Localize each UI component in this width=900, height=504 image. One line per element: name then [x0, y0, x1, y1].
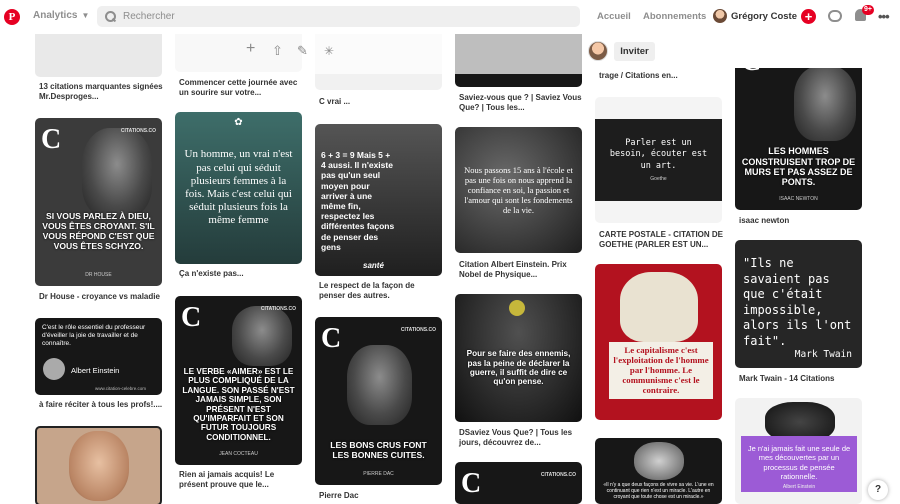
pin-caption[interactable]: 13 citations marquantes signées Mr.Despr… — [39, 82, 163, 101]
pin-quote: Le verbe «aimer» est le plus compliqué d… — [182, 366, 295, 442]
pin-caption[interactable]: Ça n'existe pas... — [179, 269, 303, 279]
pin-caption[interactable]: Citation Albert Einstein. Prix Nobel de … — [459, 260, 583, 279]
chevron-down-icon: ▼ — [81, 11, 90, 20]
pin-image[interactable]: "Ils ne savaient pas que c'était impossi… — [735, 240, 862, 368]
pin-author: Albert Einstein — [71, 366, 120, 375]
pin-quote: "Ils ne savaient pas que c'était impossi… — [743, 256, 852, 348]
nav-following-link[interactable]: Abonnements — [643, 11, 706, 22]
pinterest-logo-icon[interactable]: P — [4, 9, 20, 25]
brand-logo-c: C — [321, 323, 342, 354]
pin-author: Goethe — [650, 176, 667, 183]
pin-image[interactable]: Parler est un besoin, écouter est un art… — [595, 97, 722, 223]
portrait-image — [232, 306, 292, 366]
pin-caption[interactable]: Saviez-vous que ? | Saviez Vous Que? | T… — [459, 93, 583, 112]
lotus-icon: ✿ — [234, 117, 243, 128]
pin-toolbar-overlay — [170, 34, 588, 74]
portrait-image — [347, 345, 412, 425]
user-avatar[interactable] — [713, 9, 727, 23]
site-label: CITATIONS.CO — [260, 306, 296, 312]
pin-quote: Nous passons 15 ans à l'école et pas une… — [464, 164, 573, 216]
pin-image[interactable]: Je n'ai jamais fait une seule de mes déc… — [735, 398, 862, 504]
pin-caption[interactable]: Commencer cette journée avec un sourire … — [179, 78, 303, 97]
lightbulb-icon — [509, 300, 525, 316]
pin-caption[interactable]: Le respect de la façon de penser des aut… — [319, 281, 443, 300]
pin-quote: 6 + 3 = 9 Mais 5 + 4 aussi. Il n'existe … — [321, 150, 395, 252]
pin-quote: Parler est un besoin, écouter est un art… — [609, 137, 708, 171]
pin-caption[interactable]: Pierre Dac — [319, 491, 443, 501]
portrait-image — [794, 66, 856, 141]
top-header: P Analytics ▼ Accueil Abonnements Grégor… — [0, 0, 900, 34]
pin-image[interactable] — [35, 426, 162, 504]
site-label: CITATIONS.CO — [540, 472, 576, 478]
portrait-image — [43, 358, 65, 380]
edit-icon[interactable]: ✎ — [297, 43, 308, 59]
pin-quote: Les bons crus font les bonnes cuites. — [330, 440, 427, 460]
upload-icon[interactable]: ⇧ — [272, 43, 283, 59]
pin-image[interactable]: Pour se faire des ennemis, pas la peine … — [455, 294, 582, 422]
brand-logo-c: C — [41, 124, 62, 155]
pin-quote: Pour se faire des ennemis, pas la peine … — [466, 349, 571, 387]
add-icon[interactable]: + — [246, 40, 255, 58]
pin-author: JEAN COCTEAU — [219, 451, 258, 457]
pin-author: Mark Twain — [794, 349, 852, 360]
analytics-menu[interactable]: Analytics ▼ — [33, 10, 89, 21]
pin-image[interactable]: C CITATIONS.CO Le verbe «aimer» est le p… — [175, 296, 302, 465]
pin-caption[interactable]: trage / Citations en... — [599, 71, 723, 81]
more-options-icon[interactable]: ••• — [878, 9, 890, 24]
pin-image[interactable]: 6 + 3 = 9 Mais 5 + 4 aussi. Il n'existe … — [315, 124, 442, 276]
pin-caption[interactable]: à faire réciter à tous les profs!.... — [39, 400, 163, 410]
portrait-image — [68, 431, 129, 501]
pin-caption[interactable]: Rien ai jamais acquis! Le présent prouve… — [179, 470, 303, 489]
help-button[interactable]: ? — [868, 480, 888, 500]
site-label: www.citation-celebre.com — [95, 386, 147, 391]
notification-badge: 9+ — [862, 5, 874, 15]
pin-image[interactable]: C'est le rôle essentiel du professeur d'… — [35, 318, 162, 395]
pin-image[interactable]: C CITATIONS.CO Les bons crus font les bo… — [315, 317, 442, 485]
brand-logo-c: C — [461, 468, 482, 499]
pin-image[interactable]: C CITATIONS.CO Si vous parlez à Dieu, vo… — [35, 118, 162, 286]
brand-logo-c: C — [181, 302, 202, 333]
pin-caption[interactable]: Dr House - croyance vs maladie — [39, 292, 163, 302]
pin-caption[interactable]: C vrai ... — [319, 97, 443, 107]
portrait-image — [82, 128, 152, 218]
collaborator-avatar[interactable] — [588, 41, 608, 61]
pin-caption[interactable]: CARTE POSTALE - CITATION DE GOETHE (PARL… — [599, 230, 723, 249]
pin-author: PIERRE DAC — [363, 471, 394, 477]
search-bar[interactable] — [97, 6, 580, 27]
site-label: CITATIONS.CO — [120, 128, 156, 134]
pin-image[interactable]: ✿ Un homme, un vrai n'est pas celui qui … — [175, 112, 302, 264]
search-input[interactable] — [123, 11, 523, 22]
search-icon — [105, 11, 116, 22]
pin-author: DR HOUSE — [85, 272, 112, 278]
pin-author: ISAAC NEWTON — [779, 196, 818, 202]
pin-quote: «Il n'y a que deux façons de vivre sa vi… — [603, 482, 714, 500]
create-pin-button[interactable]: + — [801, 9, 816, 24]
portrait-image — [633, 442, 684, 480]
pin-quote: Les hommes construisent trop de murs et … — [741, 146, 856, 188]
pin-quote: Le capitalisme c'est l'exploitation de l… — [609, 342, 713, 399]
pin-quote: C'est le rôle essentiel du professeur d'… — [42, 324, 146, 348]
site-label: CITATIONS.CO — [400, 327, 436, 333]
pin-caption[interactable]: isaac newton — [739, 216, 863, 226]
messages-icon[interactable] — [828, 10, 842, 22]
pin-image[interactable]: Nous passons 15 ans à l'école et pas une… — [455, 127, 582, 253]
user-name-link[interactable]: Grégory Coste — [731, 11, 797, 22]
pin-caption[interactable]: DSaviez Vous Que? | Tous les jours, déco… — [459, 428, 583, 447]
pin-image[interactable]: Le capitalisme c'est l'exploitation de l… — [595, 264, 722, 420]
nav-home-link[interactable]: Accueil — [597, 11, 631, 22]
pin-caption[interactable]: Mark Twain - 14 Citations — [739, 374, 863, 384]
pin-image[interactable]: C CITATIONS.CO — [455, 462, 582, 504]
invite-button[interactable]: Inviter — [614, 42, 655, 61]
pin-author: Albert Einstein — [782, 484, 816, 490]
portrait-image — [619, 272, 698, 342]
pin-quote: Si vous parlez à Dieu, vous êtes croyant… — [42, 211, 155, 251]
analytics-label: Analytics — [33, 10, 78, 21]
pin-image[interactable]: «Il n'y a que deux façons de vivre sa vi… — [595, 438, 722, 504]
brand-label: santé — [363, 261, 384, 270]
pin-quote: Un homme, un vrai n'est pas celui qui sé… — [184, 148, 293, 227]
select-icon[interactable]: ✳ — [324, 44, 334, 58]
